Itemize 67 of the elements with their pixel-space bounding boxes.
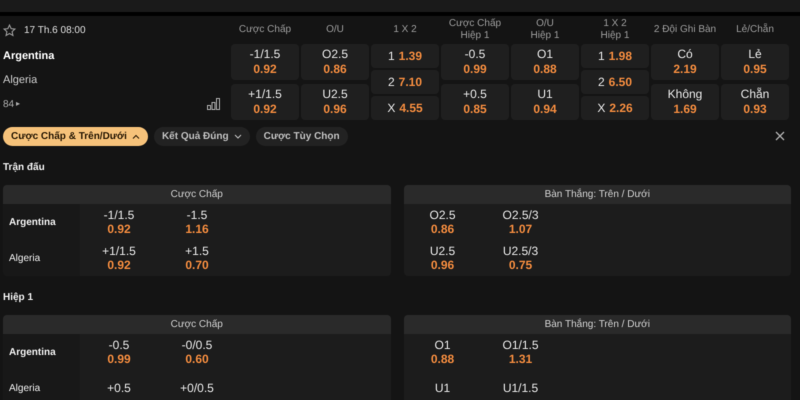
odds-button[interactable]: +0.5 (80, 370, 158, 400)
odds-button[interactable]: 2 7.10 (371, 70, 439, 94)
match-datetime: 17 Th.6 08:00 (24, 24, 86, 38)
odds-button[interactable]: -0.5 0.99 (80, 334, 158, 370)
bar-chart-icon[interactable] (207, 98, 220, 110)
filter-tab[interactable]: Cược Tùy Chọn (256, 126, 348, 146)
odds-button[interactable]: U2.5/3 0.75 (482, 240, 560, 276)
odds-button[interactable]: O2.5/3 1.07 (482, 204, 560, 240)
odds-button[interactable]: U2.5 0.96 (301, 84, 369, 120)
column-header: 1 X 2 (393, 24, 417, 36)
column-header: 1 X 2 (603, 18, 627, 30)
team-name: Algeria (9, 382, 40, 396)
odds-button[interactable]: +1/1.5 0.92 (231, 84, 299, 120)
filter-tab[interactable]: Cược Chấp & Trên/Dưới (3, 126, 148, 146)
odds-button[interactable]: -1/1.5 0.92 (231, 44, 299, 80)
odds-button[interactable]: -0/0.5 0.60 (158, 334, 236, 370)
team-name: Argentina (3, 48, 54, 64)
team-name: Algeria (9, 252, 40, 266)
column-subheader: Hiệp 1 (460, 30, 490, 42)
more-markets-link[interactable]: 84 ▸ (3, 96, 20, 112)
odds-button[interactable]: -1.5 1.16 (158, 204, 236, 240)
team-name: Argentina (9, 346, 56, 360)
column-header: Lẻ/Chẵn (736, 24, 774, 36)
odds-button[interactable]: O2.5 0.86 (404, 204, 482, 240)
column-subheader: Hiệp 1 (600, 30, 630, 42)
column-header: O/U (326, 24, 344, 36)
odds-button[interactable]: U1 (404, 370, 482, 400)
close-icon[interactable] (775, 131, 785, 141)
star-icon[interactable] (3, 24, 16, 36)
column-header: Cược Chấp (448, 18, 502, 30)
odds-button[interactable]: -0.5 0.99 (441, 44, 509, 80)
odds-button[interactable]: +1.5 0.70 (158, 240, 236, 276)
team-name: Algeria (3, 72, 38, 88)
section-title: Hiệp 1 (3, 291, 34, 305)
odds-button[interactable]: O1 0.88 (511, 44, 579, 80)
odds-button[interactable]: Lẻ 0.95 (721, 44, 789, 80)
odds-button[interactable]: 1 1.98 (581, 44, 649, 68)
caret-icon (132, 134, 140, 138)
odds-button[interactable]: Có 2.19 (651, 44, 719, 80)
column-header: Cược Chấp (238, 24, 292, 36)
odds-button[interactable]: 2 6.50 (581, 70, 649, 94)
column-subheader: Hiệp 1 (530, 30, 560, 42)
odds-button[interactable]: Không 1.69 (651, 84, 719, 120)
panel-header: Cược Chấp (3, 315, 390, 334)
team-name: Argentina (9, 216, 56, 230)
odds-button[interactable]: X 2.26 (581, 96, 649, 120)
panel-header: Bàn Thắng: Trên / Dưới (404, 315, 791, 334)
odds-button[interactable]: O1 0.88 (404, 334, 482, 370)
odds-button[interactable]: U2.5 0.96 (404, 240, 482, 276)
column-header: O/U (536, 18, 554, 30)
panel-header: Bàn Thắng: Trên / Dưới (404, 185, 791, 204)
odds-button[interactable]: U1 0.94 (511, 84, 579, 120)
odds-button[interactable]: 1 1.39 (371, 44, 439, 68)
odds-button[interactable]: X 4.55 (371, 96, 439, 120)
odds-button[interactable]: +0.5 0.85 (441, 84, 509, 120)
odds-button[interactable]: -1/1.5 0.92 (80, 204, 158, 240)
panel-header: Cược Chấp (3, 185, 390, 204)
odds-button[interactable]: O2.5 0.86 (301, 44, 369, 80)
caret-icon (234, 134, 242, 138)
column-header: 2 Đội Ghi Bàn (654, 24, 716, 36)
filter-tab[interactable]: Kết Quả Đúng (154, 126, 250, 146)
odds-button[interactable]: +1/1.5 0.92 (80, 240, 158, 276)
odds-button[interactable]: +0/0.5 (158, 370, 236, 400)
odds-button[interactable]: O1/1.5 1.31 (482, 334, 560, 370)
odds-button[interactable]: U1/1.5 (482, 370, 560, 400)
section-title: Trận đấu (3, 161, 45, 175)
odds-button[interactable]: Chẵn 0.93 (721, 84, 789, 120)
